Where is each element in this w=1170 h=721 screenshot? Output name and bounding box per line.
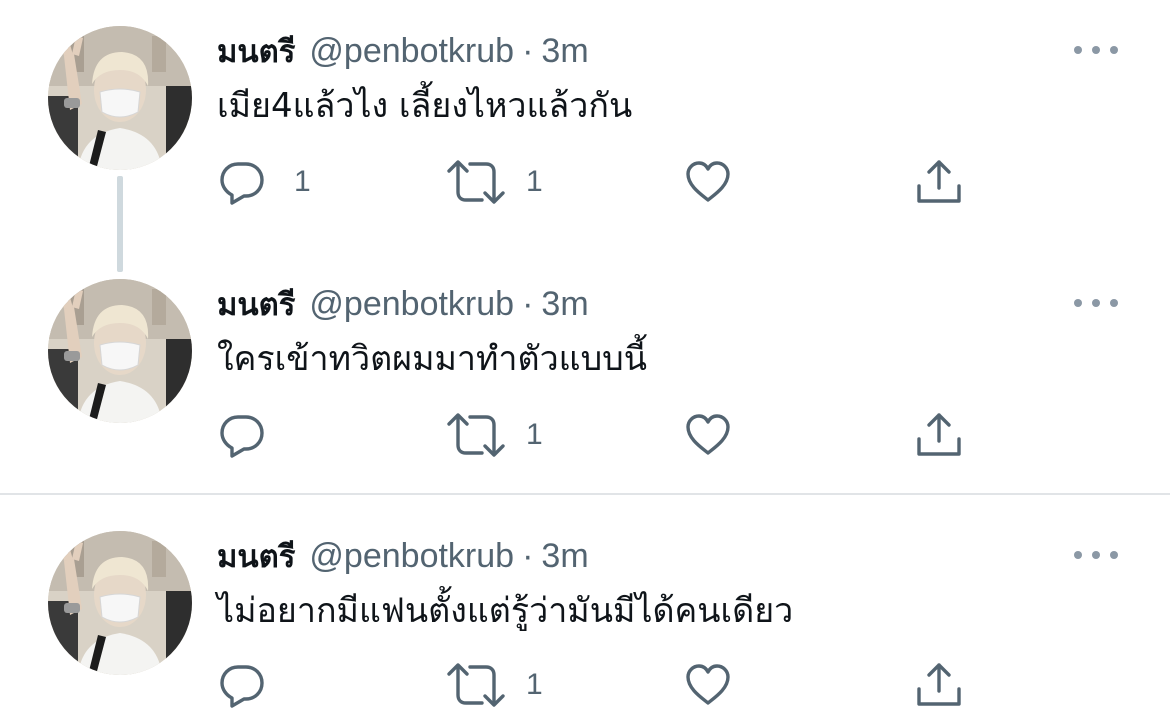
tweet-actions: 1 1 bbox=[0, 154, 1170, 210]
like-button[interactable] bbox=[684, 407, 732, 463]
timestamp[interactable]: 3m bbox=[541, 537, 588, 576]
more-horizontal-icon bbox=[1072, 545, 1120, 565]
tweet-text: เมีย4แล้วไง เลี้ยงไหวแล้วกัน bbox=[217, 86, 633, 126]
avatar[interactable] bbox=[48, 26, 192, 170]
tweet-actions: 1 bbox=[0, 657, 1170, 713]
tweet[interactable]: มนตรี @penbotkrub · 3m เมีย4แล้วไง เลี้ย… bbox=[0, 26, 1170, 216]
share-upload-icon bbox=[915, 661, 963, 709]
more-options-button[interactable] bbox=[1072, 40, 1120, 60]
retweet-count: 1 bbox=[526, 165, 543, 198]
user-handle[interactable]: @penbotkrub bbox=[309, 537, 514, 576]
more-horizontal-icon bbox=[1072, 293, 1120, 313]
share-button[interactable] bbox=[915, 407, 963, 463]
retweet-icon bbox=[446, 411, 506, 459]
more-horizontal-icon bbox=[1072, 40, 1120, 60]
heart-icon bbox=[684, 160, 732, 204]
share-button[interactable] bbox=[915, 657, 963, 713]
retweet-icon bbox=[446, 158, 506, 206]
tweet-header: มนตรี @penbotkrub · 3m bbox=[217, 279, 589, 329]
retweet-icon bbox=[446, 661, 506, 709]
tweet-text: ใครเข้าทวิตผมมาทำตัวแบบนี้ bbox=[217, 339, 647, 379]
display-name[interactable]: มนตรี bbox=[217, 531, 295, 581]
share-upload-icon bbox=[915, 411, 963, 459]
reply-bubble-icon bbox=[218, 158, 266, 206]
avatar[interactable] bbox=[48, 279, 192, 423]
user-handle[interactable]: @penbotkrub bbox=[309, 285, 514, 324]
separator-dot: · bbox=[522, 536, 534, 575]
separator-dot: · bbox=[522, 284, 534, 323]
retweet-button[interactable]: 1 bbox=[446, 657, 543, 713]
display-name[interactable]: มนตรี bbox=[217, 26, 295, 76]
tweet-header: มนตรี @penbotkrub · 3m bbox=[217, 531, 589, 581]
separator-dot: · bbox=[522, 31, 534, 70]
tweet-actions: 1 bbox=[0, 407, 1170, 463]
like-button[interactable] bbox=[684, 657, 732, 713]
heart-icon bbox=[684, 663, 732, 707]
tweet[interactable]: มนตรี @penbotkrub · 3m ใครเข้าทวิตผมมาทำ… bbox=[0, 279, 1170, 469]
retweet-button[interactable]: 1 bbox=[446, 407, 543, 463]
share-button[interactable] bbox=[915, 154, 963, 210]
more-options-button[interactable] bbox=[1072, 293, 1120, 313]
heart-icon bbox=[684, 413, 732, 457]
more-options-button[interactable] bbox=[1072, 545, 1120, 565]
tweet-text: ไม่อยากมีแฟนตั้งแต่รู้ว่ามันมีได้คนเดียว bbox=[217, 591, 794, 631]
reply-count: 1 bbox=[294, 165, 311, 198]
reply-bubble-icon bbox=[218, 661, 266, 709]
tweet-divider bbox=[0, 493, 1170, 495]
reply-bubble-icon bbox=[218, 411, 266, 459]
retweet-button[interactable]: 1 bbox=[446, 154, 543, 210]
tweet[interactable]: มนตรี @penbotkrub · 3m ไม่อยากมีแฟนตั้งแ… bbox=[0, 531, 1170, 721]
reply-button[interactable]: 1 bbox=[218, 154, 311, 210]
timestamp[interactable]: 3m bbox=[541, 32, 588, 71]
display-name[interactable]: มนตรี bbox=[217, 279, 295, 329]
timestamp[interactable]: 3m bbox=[541, 285, 588, 324]
share-upload-icon bbox=[915, 158, 963, 206]
reply-button[interactable] bbox=[218, 407, 294, 463]
avatar[interactable] bbox=[48, 531, 192, 675]
reply-button[interactable] bbox=[218, 657, 294, 713]
retweet-count: 1 bbox=[526, 418, 543, 451]
user-handle[interactable]: @penbotkrub bbox=[309, 32, 514, 71]
like-button[interactable] bbox=[684, 154, 732, 210]
retweet-count: 1 bbox=[526, 668, 543, 701]
tweet-header: มนตรี @penbotkrub · 3m bbox=[217, 26, 589, 76]
